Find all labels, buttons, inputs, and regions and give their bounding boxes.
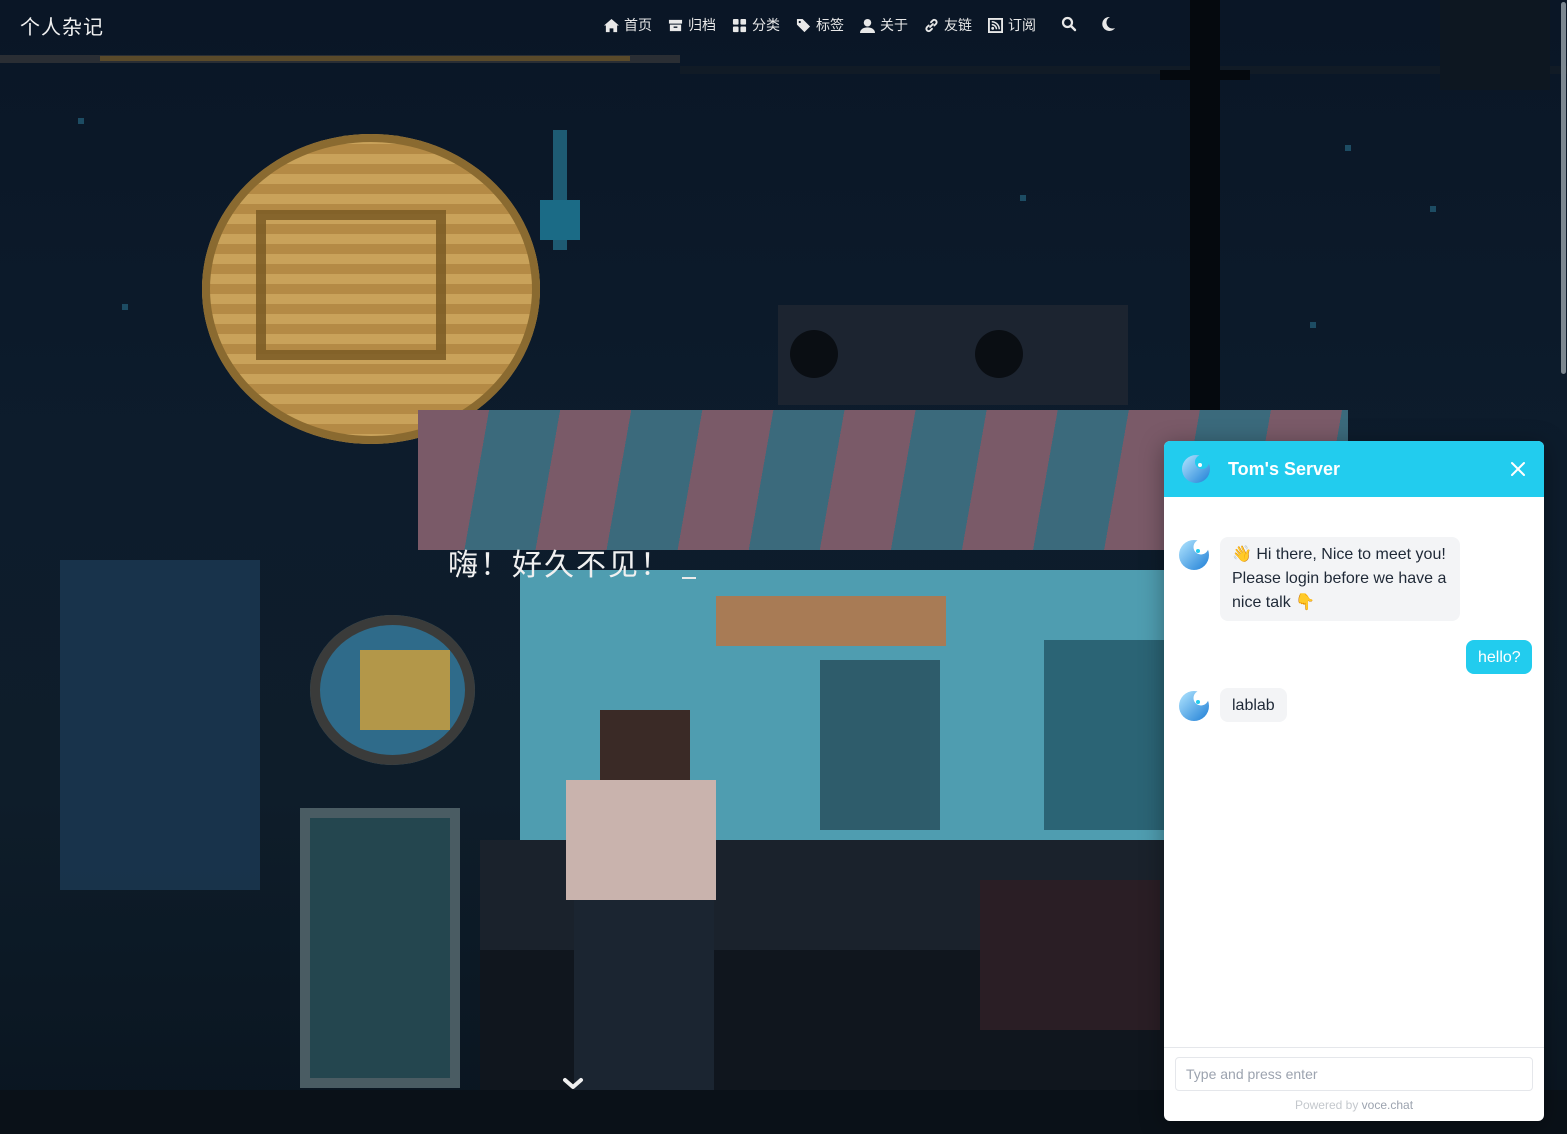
nav-item-label: 订阅 bbox=[1008, 18, 1036, 34]
nav-item-label: 首页 bbox=[624, 18, 652, 34]
nav-item-home[interactable]: 首页 bbox=[604, 15, 652, 35]
powered-by-brand-link[interactable]: voce.chat bbox=[1362, 1098, 1413, 1112]
page-scrollbar[interactable] bbox=[1560, 0, 1567, 1134]
close-icon bbox=[1511, 462, 1525, 476]
powered-by-prefix: Powered by bbox=[1294, 1098, 1359, 1112]
nav-item-label: 归档 bbox=[688, 18, 716, 34]
top-navbar: 个人杂记 首页 归档 分类 标签 关于 友链 订阅 bbox=[0, 0, 1567, 50]
nav-item-label: 关于 bbox=[880, 18, 908, 34]
archive-icon bbox=[668, 19, 683, 31]
rss-icon bbox=[988, 17, 1003, 33]
categories-icon bbox=[732, 18, 747, 32]
bot-avatar bbox=[1179, 690, 1209, 721]
nav-item-label: 分类 bbox=[752, 18, 780, 34]
powered-by: Powered by voce.chat bbox=[1164, 1098, 1544, 1112]
nav-item-archive[interactable]: 归档 bbox=[668, 15, 716, 35]
chat-close-button[interactable] bbox=[1510, 461, 1526, 477]
message-bubble: lablab bbox=[1220, 688, 1287, 722]
tags-icon bbox=[796, 18, 811, 32]
search-button[interactable] bbox=[1061, 16, 1077, 32]
hero-greeting: 嗨！好久不见！ bbox=[448, 540, 696, 584]
hero-greeting-text: 嗨！好久不见！ bbox=[448, 548, 672, 583]
chat-widget: Tom's Server 👋 Hi there, Nice to meet yo… bbox=[1164, 441, 1544, 1121]
moon-icon bbox=[1102, 16, 1115, 31]
theme-toggle-button[interactable] bbox=[1100, 16, 1116, 32]
chevron-down-icon bbox=[563, 1078, 583, 1089]
search-icon bbox=[1061, 16, 1077, 32]
typing-cursor bbox=[682, 577, 696, 579]
nav-item-label: 友链 bbox=[944, 18, 972, 34]
nav-item-about[interactable]: 关于 bbox=[860, 15, 908, 35]
site-title[interactable]: 个人杂记 bbox=[20, 11, 104, 40]
scrollbar-thumb[interactable] bbox=[1561, 2, 1566, 374]
user-icon bbox=[860, 18, 875, 33]
nav-item-categories[interactable]: 分类 bbox=[732, 15, 780, 35]
message-bubble: 👋 Hi there, Nice to meet you! Please log… bbox=[1220, 537, 1460, 621]
nav-item-label: 标签 bbox=[816, 18, 844, 34]
message-bubble-self: hello? bbox=[1466, 640, 1532, 674]
scroll-down-button[interactable] bbox=[562, 1076, 584, 1092]
home-icon bbox=[604, 18, 619, 32]
main-menu: 首页 归档 分类 标签 关于 友链 订阅 bbox=[604, 15, 1052, 35]
chat-footer: Powered by voce.chat bbox=[1164, 1047, 1544, 1121]
chat-title: Tom's Server bbox=[1228, 459, 1340, 479]
nav-item-rss[interactable]: 订阅 bbox=[988, 15, 1036, 35]
bot-avatar bbox=[1179, 539, 1209, 570]
chat-header: Tom's Server bbox=[1164, 441, 1544, 497]
nav-item-tags[interactable]: 标签 bbox=[796, 15, 844, 35]
chat-input[interactable] bbox=[1175, 1057, 1533, 1091]
nav-item-links[interactable]: 友链 bbox=[924, 15, 972, 35]
link-icon bbox=[925, 18, 938, 32]
vocechat-logo-icon bbox=[1182, 455, 1210, 483]
